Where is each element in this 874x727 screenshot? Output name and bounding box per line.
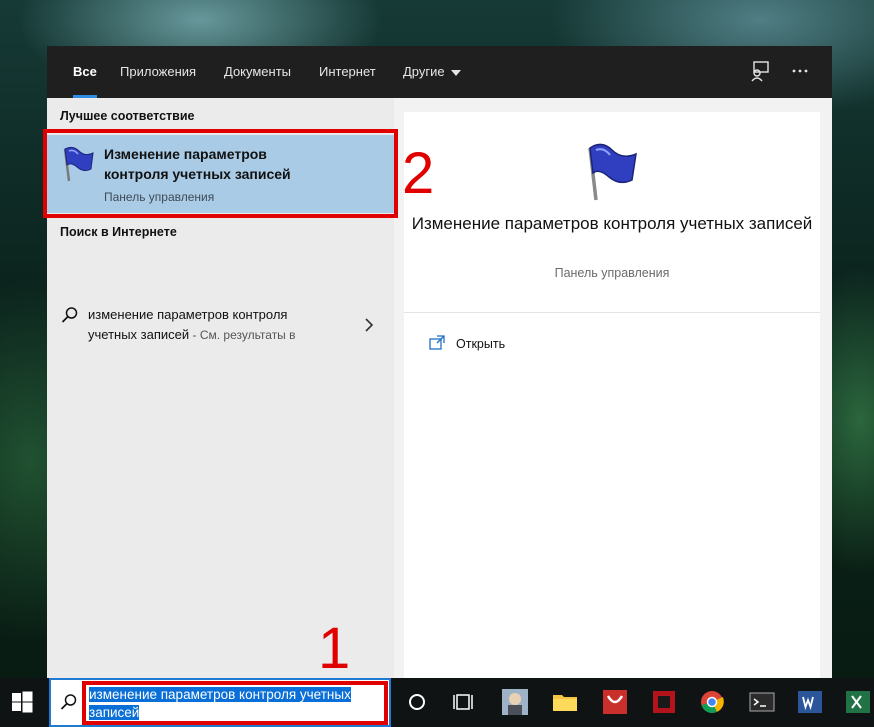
search-tabs-bar: Все Приложения Документы Интернет Другие — [47, 46, 832, 98]
preview-divider — [404, 312, 820, 313]
feedback-icon[interactable] — [749, 60, 771, 82]
open-icon — [428, 334, 446, 352]
web-search-result[interactable]: изменение параметров контроля учетных за… — [47, 301, 394, 359]
word-icon[interactable] — [796, 688, 824, 716]
highlight-box-best-match — [43, 129, 398, 218]
screenshot-tool-icon[interactable] — [650, 688, 678, 716]
web-search-separator: - — [189, 328, 200, 342]
tab-all[interactable]: Все — [73, 46, 97, 98]
best-match-heading: Лучшее соответствие — [60, 109, 195, 123]
web-search-text: изменение параметров контроля учетных за… — [88, 305, 328, 345]
search-icon — [59, 692, 79, 712]
windows-start-icon[interactable] — [10, 690, 34, 714]
web-search-suffix: См. результаты в — [199, 328, 296, 342]
tab-documents[interactable]: Документы — [224, 46, 291, 98]
app-avatar-icon[interactable] — [501, 688, 529, 716]
highlight-box-search — [82, 681, 388, 725]
pdf-app-icon[interactable] — [601, 688, 629, 716]
file-explorer-icon[interactable] — [551, 688, 579, 716]
chrome-icon[interactable] — [698, 688, 726, 716]
preview-subtitle: Панель управления — [554, 266, 670, 280]
annotation-number-2: 2 — [402, 141, 435, 206]
task-view-icon[interactable] — [449, 688, 477, 716]
chevron-right-icon[interactable] — [363, 317, 375, 333]
search-icon — [60, 305, 80, 325]
tab-apps[interactable]: Приложения — [120, 46, 196, 98]
annotation-number-1: 1 — [318, 616, 351, 681]
tab-more-label: Другие — [403, 64, 445, 79]
excel-icon[interactable] — [844, 688, 872, 716]
preview-title: Изменение параметров контроля учетных за… — [411, 214, 813, 233]
uac-flag-large-icon — [576, 138, 642, 204]
more-icon[interactable] — [789, 60, 811, 82]
chevron-down-icon — [450, 69, 461, 76]
terminal-icon[interactable] — [748, 688, 776, 716]
web-search-heading: Поиск в Интернете — [60, 225, 177, 239]
preview-pane: Изменение параметров контроля учетных за… — [404, 112, 820, 678]
open-action-label: Открыть — [456, 337, 506, 351]
tab-web[interactable]: Интернет — [319, 46, 376, 98]
tab-more[interactable]: Другие — [403, 46, 461, 98]
cortana-icon[interactable] — [403, 688, 431, 716]
